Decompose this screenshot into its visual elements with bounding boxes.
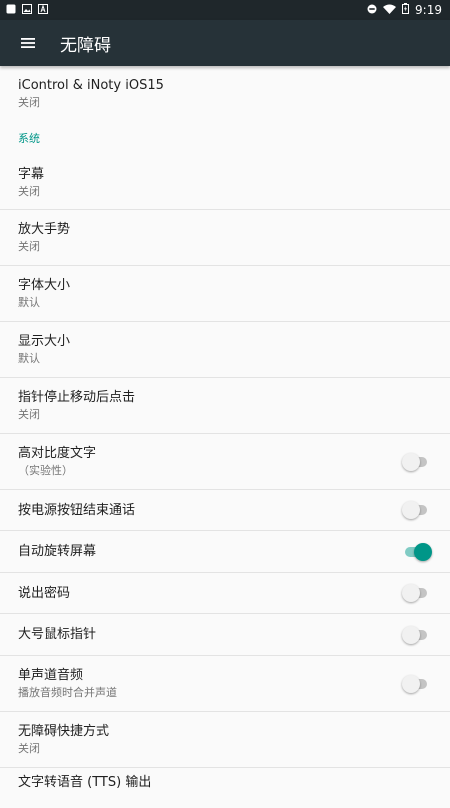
setting-font-size[interactable]: 字体大小 默认 [0, 266, 450, 322]
page-title: 无障碍 [60, 35, 111, 56]
item-summary: 关闭 [18, 240, 40, 253]
item-title: 自动旋转屏幕 [18, 544, 97, 559]
service-item-icontrol[interactable]: iControl & iNoty iOS15 关闭 [0, 66, 450, 121]
setting-speak-passwords[interactable]: 说出密码 [0, 573, 450, 614]
hamburger-menu-icon [21, 38, 35, 48]
power-button-ends-call-switch[interactable] [402, 500, 430, 520]
item-summary: 默认 [18, 352, 40, 365]
system-icons: 9:19 [367, 3, 442, 17]
item-title: 单声道音频 [18, 668, 84, 683]
setting-high-contrast-text[interactable]: 高对比度文字 （实验性） [0, 434, 450, 490]
setting-captions[interactable]: 字幕 关闭 [0, 155, 450, 210]
do-not-disturb-icon [367, 3, 377, 17]
setting-large-mouse-pointer[interactable]: 大号鼠标指针 [0, 614, 450, 656]
battery-icon [402, 3, 410, 17]
setting-magnification-gestures[interactable]: 放大手势 关闭 [0, 210, 450, 266]
setting-tts-output[interactable]: 文字转语音 (TTS) 输出 [0, 768, 450, 808]
setting-power-button-ends-call[interactable]: 按电源按钮结束通话 [0, 490, 450, 531]
item-title: 字体大小 [18, 278, 71, 293]
image-notification-icon [22, 3, 32, 17]
speak-passwords-switch[interactable] [402, 583, 430, 603]
item-summary: 关闭 [18, 742, 40, 755]
status-time: 9:19 [415, 3, 442, 17]
item-title: 说出密码 [18, 585, 71, 601]
item-summary: （实验性） [18, 464, 73, 477]
item-title: 字幕 [18, 166, 45, 182]
auto-rotate-screen-switch[interactable] [402, 542, 432, 562]
item-title: 显示大小 [18, 334, 71, 349]
menu-button[interactable] [0, 20, 56, 66]
item-summary: 关闭 [18, 184, 40, 198]
item-title: 文字转语音 (TTS) 输出 [18, 775, 152, 790]
notification-icons [6, 3, 48, 17]
item-title: 大号鼠标指针 [18, 627, 97, 642]
item-summary: 关闭 [18, 408, 40, 421]
status-bar: 9:19 [0, 0, 450, 20]
item-summary: 默认 [18, 296, 40, 309]
notification-square-icon [6, 3, 16, 17]
text-notification-icon [38, 3, 48, 17]
item-summary: 播放音频时合并声道 [18, 686, 117, 699]
item-title: 指针停止移动后点击 [18, 390, 136, 405]
setting-accessibility-shortcut[interactable]: 无障碍快捷方式 关闭 [0, 712, 450, 768]
mono-audio-switch[interactable] [402, 674, 430, 694]
item-summary: 关闭 [18, 96, 40, 109]
item-title: 按电源按钮结束通话 [18, 502, 136, 518]
item-title: iControl & iNoty iOS15 [18, 78, 164, 93]
item-title: 高对比度文字 [18, 446, 97, 461]
item-title: 放大手势 [18, 222, 71, 237]
item-title: 无障碍快捷方式 [18, 724, 110, 739]
setting-auto-rotate-screen[interactable]: 自动旋转屏幕 [0, 531, 450, 573]
app-toolbar: 无障碍 [0, 20, 450, 66]
large-mouse-pointer-switch[interactable] [402, 625, 430, 645]
wifi-icon [383, 3, 397, 17]
settings-list: iControl & iNoty iOS15 关闭 系统 字幕 关闭 放大手势 … [0, 66, 450, 808]
section-header-system: 系统 [18, 132, 40, 145]
setting-display-size[interactable]: 显示大小 默认 [0, 322, 450, 378]
setting-click-after-pointer-stops[interactable]: 指针停止移动后点击 关闭 [0, 378, 450, 434]
setting-mono-audio[interactable]: 单声道音频 播放音频时合并声道 [0, 656, 450, 712]
high-contrast-text-switch[interactable] [402, 452, 430, 472]
